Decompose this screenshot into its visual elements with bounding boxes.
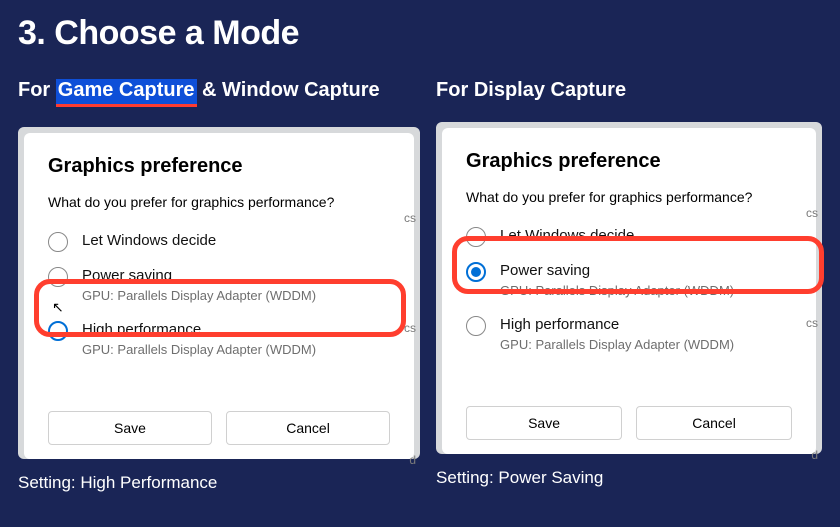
column-game-capture: For Game Capture & Window Capture Graphi… <box>18 79 420 493</box>
cropped-text: d <box>811 448 818 462</box>
radio-icon <box>466 227 486 247</box>
radio-icon <box>466 262 486 282</box>
option-let-windows-decide[interactable]: Let Windows decide <box>466 221 792 252</box>
subheading-highlight: Game Capture <box>56 79 197 107</box>
option-label: Let Windows decide <box>500 227 792 244</box>
card-title: Graphics preference <box>466 150 792 173</box>
option-sublabel: GPU: Parallels Display Adapter (WDDM) <box>82 342 390 357</box>
option-label: Power saving <box>500 262 792 279</box>
option-high-performance[interactable]: High performance GPU: Parallels Display … <box>466 310 792 360</box>
save-button[interactable]: Save <box>466 406 622 440</box>
option-power-saving[interactable]: Power saving GPU: Parallels Display Adap… <box>48 261 390 311</box>
radio-icon <box>48 321 68 341</box>
option-label: Power saving <box>82 267 390 284</box>
card-wrap-left: Graphics preference What do you prefer f… <box>18 127 420 459</box>
caption-right: Setting: Power Saving <box>436 468 822 488</box>
option-label: High performance <box>82 321 390 338</box>
option-sublabel: GPU: Parallels Display Adapter (WDDM) <box>500 337 792 352</box>
option-label: High performance <box>500 316 792 333</box>
subheading-prefix: For <box>18 79 56 101</box>
option-sublabel: GPU: Parallels Display Adapter (WDDM) <box>82 288 390 303</box>
option-power-saving[interactable]: Power saving GPU: Parallels Display Adap… <box>466 256 792 306</box>
card-question: What do you prefer for graphics performa… <box>466 189 792 205</box>
column-display-capture: For Display Capture Graphics preference … <box>436 79 822 493</box>
option-label: Let Windows decide <box>82 232 390 249</box>
caption-left: Setting: High Performance <box>18 473 420 493</box>
radio-icon <box>48 232 68 252</box>
graphics-preference-card: Graphics preference What do you prefer f… <box>24 133 414 459</box>
option-sublabel: GPU: Parallels Display Adapter (WDDM) <box>500 283 792 298</box>
card-title: Graphics preference <box>48 155 390 178</box>
cropped-text: cs <box>404 321 416 335</box>
subheading-suffix: & Window Capture <box>197 79 380 101</box>
card-question: What do you prefer for graphics performa… <box>48 194 390 210</box>
radio-icon <box>48 267 68 287</box>
cropped-text: d <box>409 453 416 467</box>
cropped-text: cs <box>404 211 416 225</box>
cropped-text: cs <box>806 206 818 220</box>
page-heading: 3. Choose a Mode <box>0 0 840 53</box>
graphics-preference-card: Graphics preference What do you prefer f… <box>442 128 816 454</box>
cancel-button[interactable]: Cancel <box>226 411 390 445</box>
radio-icon <box>466 316 486 336</box>
option-high-performance[interactable]: High performance GPU: Parallels Display … <box>48 315 390 365</box>
save-button[interactable]: Save <box>48 411 212 445</box>
subheading-left: For Game Capture & Window Capture <box>18 79 420 107</box>
option-let-windows-decide[interactable]: Let Windows decide <box>48 226 390 257</box>
subheading-right: For Display Capture <box>436 79 822 102</box>
cropped-text: cs <box>806 316 818 330</box>
card-wrap-right: Graphics preference What do you prefer f… <box>436 122 822 454</box>
cancel-button[interactable]: Cancel <box>636 406 792 440</box>
